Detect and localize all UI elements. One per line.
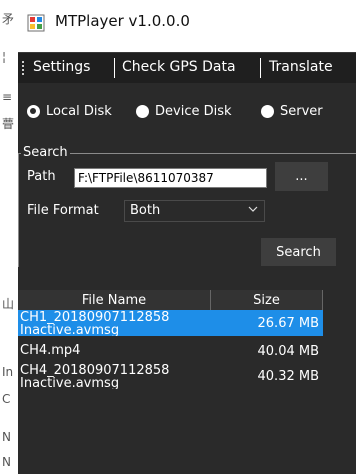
file-format-value: Both — [130, 203, 161, 218]
title-bar[interactable]: MTPlayer v1.0.0.0 — [18, 0, 356, 52]
radio-unchecked-icon — [136, 104, 149, 118]
file-list-table: File Name Size CH1_20180907112858 Inacti… — [18, 290, 323, 474]
path-label: Path — [27, 169, 56, 184]
radio-unchecked-icon — [261, 104, 274, 118]
column-header-file-name[interactable]: File Name — [18, 290, 211, 310]
app-icon — [27, 14, 45, 32]
file-format-label: File Format — [27, 203, 99, 218]
radio-device-disk[interactable]: Device Disk — [136, 103, 232, 119]
menu-translate[interactable]: Translate — [269, 59, 333, 75]
main-panel: Local Disk Device Disk Server Search Pat… — [18, 83, 356, 474]
background-window-edge: 矛 ¦ ≡ 瞢 山 In C N N — [0, 0, 18, 474]
file-size-cell: 40.04 MB — [257, 343, 319, 359]
bg-glyph: N — [2, 430, 11, 444]
file-name-cell: CH4.mp4 — [20, 344, 81, 358]
table-row[interactable]: CH1_20180907112858 Inactive.avmsg 26.67 … — [18, 310, 323, 336]
radio-label: Device Disk — [155, 103, 232, 119]
menu-separator — [260, 58, 261, 78]
table-header: File Name Size — [18, 290, 323, 310]
chevron-down-icon — [248, 206, 258, 212]
radio-label: Local Disk — [46, 103, 112, 119]
radio-local-disk[interactable]: Local Disk — [27, 103, 112, 119]
file-size-cell: 26.67 MB — [257, 315, 319, 331]
menu-separator — [114, 58, 115, 78]
grip-handle-icon[interactable] — [21, 59, 25, 77]
bg-glyph: ¦ — [2, 50, 7, 64]
bg-glyph: ≡ — [2, 90, 13, 104]
file-name-cell: CH4_20180907112858 Inactive.avmsg — [20, 364, 170, 389]
group-border — [18, 153, 19, 267]
bg-glyph: C — [2, 392, 11, 406]
menu-check-gps-data[interactable]: Check GPS Data — [122, 59, 236, 75]
radio-checked-icon — [27, 104, 40, 118]
search-group-title: Search — [21, 145, 70, 160]
menu-bar: Settings Check GPS Data Translate — [18, 52, 356, 84]
file-format-select[interactable]: Both — [124, 200, 265, 222]
bg-glyph: 山 — [2, 297, 15, 311]
browse-button[interactable]: ... — [275, 162, 328, 191]
path-input[interactable]: F:\FTPFile\8611070387 — [74, 168, 267, 188]
search-button[interactable]: Search — [261, 238, 336, 266]
radio-server[interactable]: Server — [261, 103, 323, 119]
file-size-cell: 40.32 MB — [257, 368, 319, 384]
file-name-cell: CH1_20180907112858 Inactive.avmsg — [20, 311, 170, 336]
table-row[interactable]: CH4.mp4 40.04 MB — [18, 338, 323, 364]
bg-glyph: In — [2, 365, 14, 379]
app-window: MTPlayer v1.0.0.0 Settings Check GPS Dat… — [18, 0, 356, 474]
bg-glyph: 矛 — [2, 12, 15, 26]
radio-label: Server — [280, 103, 323, 119]
table-row[interactable]: CH4_20180907112858 Inactive.avmsg 40.32 … — [18, 363, 323, 389]
column-header-size[interactable]: Size — [211, 290, 323, 310]
bg-glyph: 瞢 — [2, 117, 15, 131]
menu-settings[interactable]: Settings — [33, 59, 90, 75]
bg-glyph: N — [2, 455, 11, 469]
window-title: MTPlayer v1.0.0.0 — [55, 12, 190, 30]
